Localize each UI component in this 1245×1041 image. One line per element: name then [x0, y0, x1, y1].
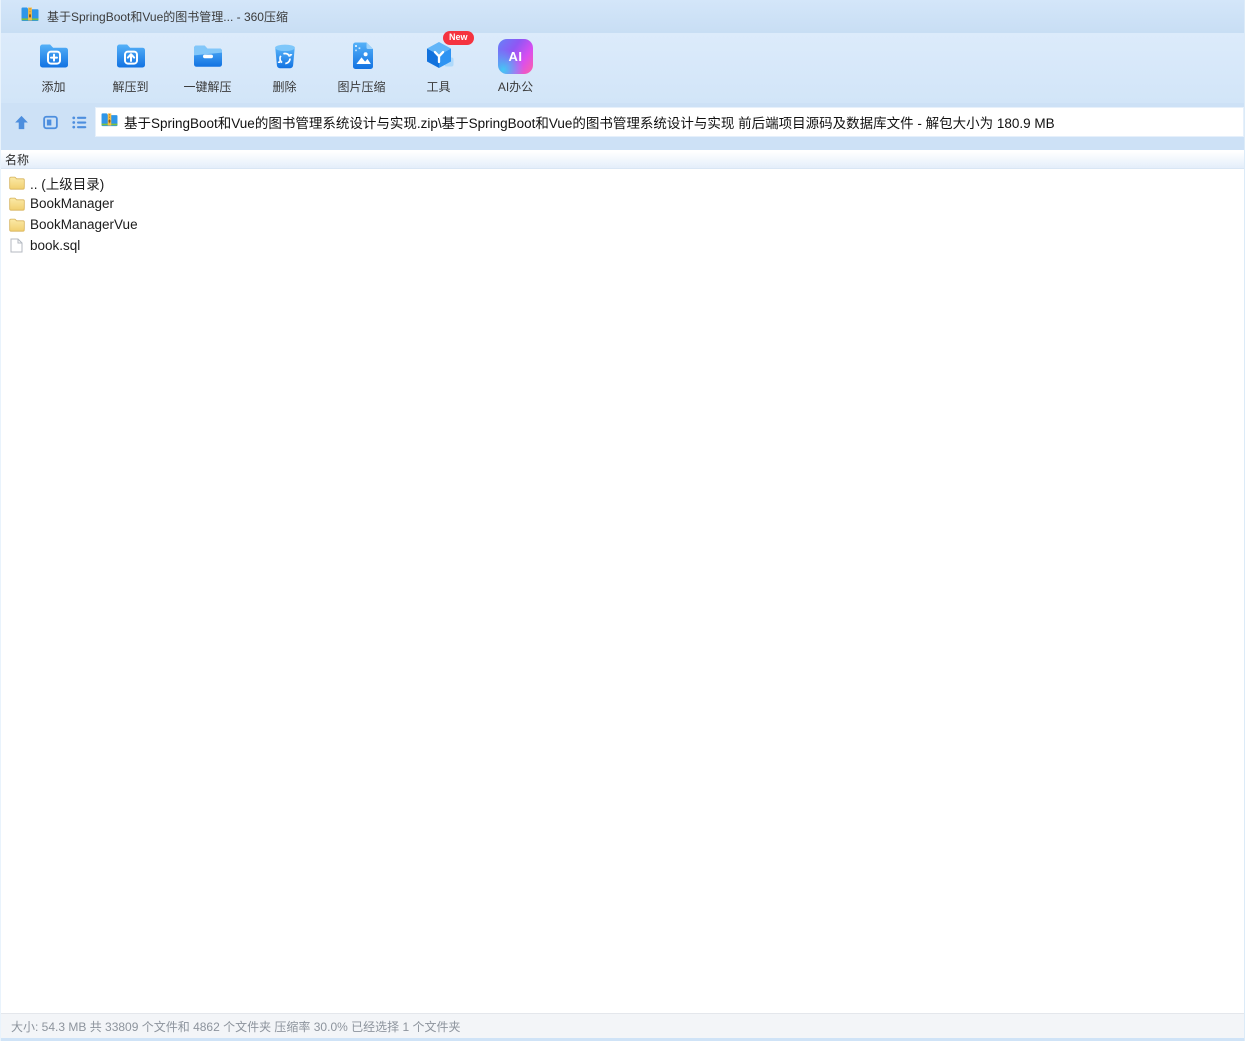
- toolbar-button-label: 图片压缩: [337, 80, 386, 94]
- status-text: 大小: 54.3 MB 共 33809 个文件和 4862 个文件夹 压缩率 3…: [11, 1019, 461, 1034]
- folder-icon: [8, 197, 25, 211]
- file-icon: [8, 238, 25, 253]
- folder-extract-icon: [112, 37, 150, 75]
- zip-file-icon: [21, 6, 39, 27]
- folder-view-button[interactable]: [41, 113, 59, 131]
- nav-icons: [1, 107, 95, 137]
- list-item-parent-dir[interactable]: .. (上级目录): [1, 172, 1244, 193]
- archive-path: 基于SpringBoot和Vue的图书管理系统设计与实现.zip\基于Sprin…: [124, 116, 1055, 131]
- file-list: .. (上级目录) BookManager BookManagerVue boo…: [1, 169, 1244, 1013]
- tools-button[interactable]: New 工具: [400, 31, 477, 95]
- list-item-file[interactable]: book.sql: [1, 235, 1244, 256]
- app-window: 基于SpringBoot和Vue的图书管理... - 360压缩 添加 解压到 …: [0, 0, 1245, 1041]
- folder-oneclick-icon: [189, 37, 227, 75]
- toolbar-button-label: 工具: [426, 80, 451, 94]
- folder-icon: [8, 218, 25, 232]
- path-field[interactable]: 基于SpringBoot和Vue的图书管理系统设计与实现.zip\基于Sprin…: [95, 107, 1244, 137]
- main-toolbar: 添加 解压到 一键解压 删除 图片压缩 New 工具 AI AI办公: [1, 31, 1244, 103]
- trash-recycle-icon: [266, 37, 304, 75]
- list-item-folder[interactable]: BookManagerVue: [1, 214, 1244, 235]
- ai-office-button[interactable]: AI AI办公: [477, 33, 554, 95]
- file-name: BookManager: [30, 196, 115, 211]
- status-bar: 大小: 54.3 MB 共 33809 个文件和 4862 个文件夹 压缩率 3…: [1, 1013, 1244, 1038]
- window-title: 基于SpringBoot和Vue的图书管理... - 360压缩: [47, 10, 288, 24]
- file-name: book.sql: [30, 238, 81, 253]
- ai-office-icon: AI: [497, 37, 535, 75]
- up-button[interactable]: [12, 113, 30, 131]
- folder-plus-icon: [35, 37, 73, 75]
- one-click-extract-button[interactable]: 一键解压: [169, 33, 246, 95]
- title-bar: 基于SpringBoot和Vue的图书管理... - 360压缩: [1, 0, 1244, 33]
- column-header-name[interactable]: 名称: [1, 150, 1244, 169]
- add-button[interactable]: 添加: [15, 33, 92, 95]
- address-bar: 基于SpringBoot和Vue的图书管理系统设计与实现.zip\基于Sprin…: [1, 103, 1244, 150]
- list-view-button[interactable]: [70, 113, 88, 131]
- image-compress-button[interactable]: 图片压缩: [323, 33, 400, 95]
- zip-file-icon: [101, 112, 118, 132]
- column-header-label: 名称: [5, 152, 30, 167]
- file-name: .. (上级目录): [30, 176, 105, 192]
- extract-to-button[interactable]: 解压到: [92, 33, 169, 95]
- toolbar-button-label: 一键解压: [183, 80, 232, 94]
- new-badge: New: [443, 31, 474, 45]
- ai-chip-label: AI: [508, 48, 523, 64]
- toolbar-button-label: AI办公: [497, 80, 534, 94]
- file-name: BookManagerVue: [30, 217, 138, 232]
- toolbar-button-label: 添加: [41, 80, 66, 94]
- folder-icon: [8, 176, 25, 190]
- delete-button[interactable]: 删除: [246, 33, 323, 95]
- image-compress-icon: [343, 37, 381, 75]
- list-item-folder[interactable]: BookManager: [1, 193, 1244, 214]
- toolbar-button-label: 解压到: [112, 80, 149, 94]
- toolbar-button-label: 删除: [272, 80, 297, 94]
